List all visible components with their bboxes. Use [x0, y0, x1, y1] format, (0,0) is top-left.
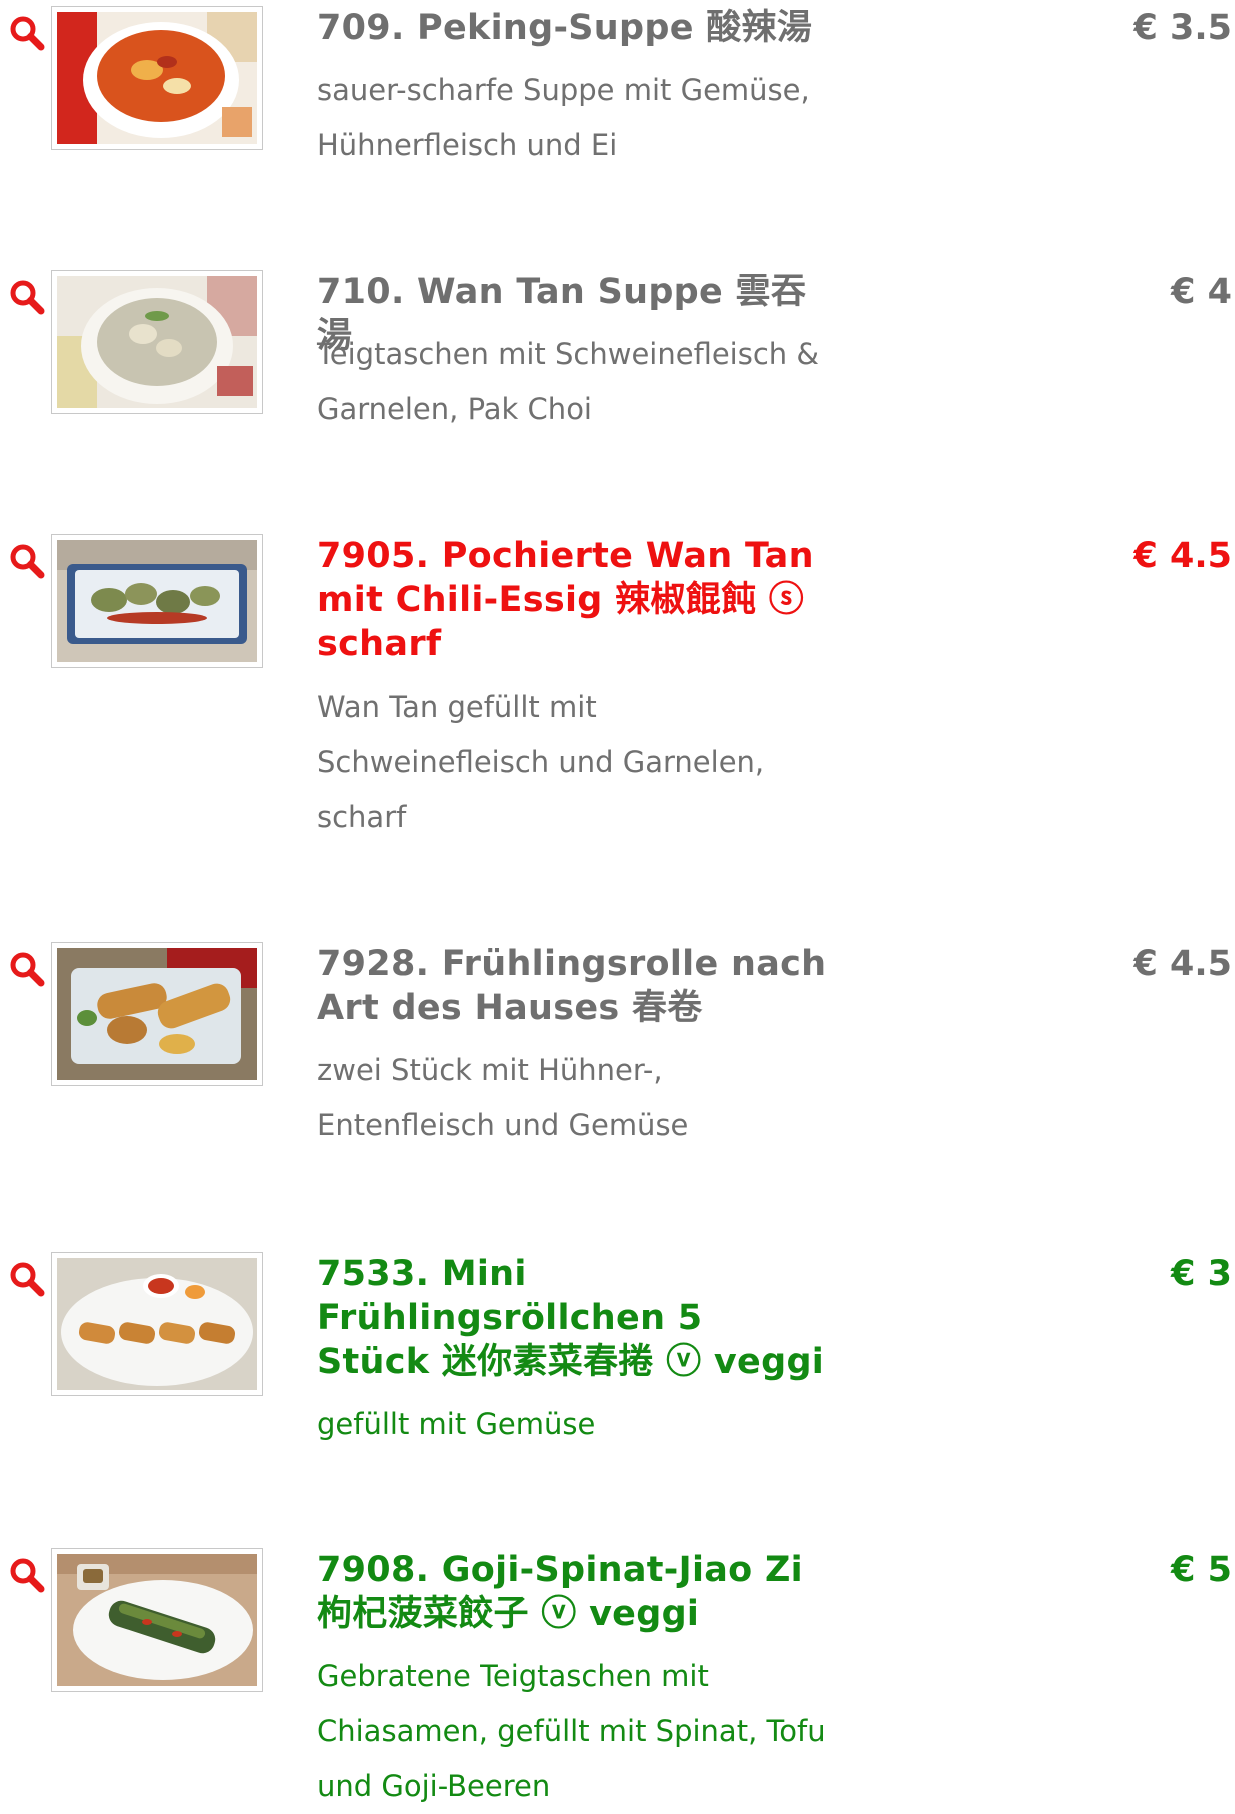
dish-title: 7533. Mini Frühlingsröllchen 5 Stück 迷你素…	[317, 1254, 825, 1382]
dish-price: € 4.5	[1133, 536, 1232, 576]
magnifier-icon[interactable]	[8, 14, 46, 52]
dish-description: gefüllt mit Gemüse	[317, 1407, 596, 1441]
menu-item: 7908. Goji-Spinat-Jiao Zi 枸杞菠菜餃子 ⓥ veggi…	[0, 1542, 1235, 1803]
dish-title: 7928. Frühlingsrolle nach Art des Hauses…	[317, 944, 827, 1028]
dish-description: zwei Stück mit Hühner-, Entenfleisch und…	[317, 1053, 689, 1142]
dish-image[interactable]	[51, 942, 263, 1086]
menu-list: 709. Peking-Suppe 酸辣湯 sauer-scharfe Supp…	[0, 0, 1235, 1803]
dish-price: € 4	[1171, 272, 1232, 312]
menu-item: 7533. Mini Frühlingsröllchen 5 Stück 迷你素…	[0, 1246, 1235, 1546]
magnifier-icon[interactable]	[8, 950, 46, 988]
menu-item: 710. Wan Tan Suppe 雲吞湯 Teigtaschen mit S…	[0, 264, 1235, 524]
magnifier-icon[interactable]	[8, 542, 46, 580]
magnifier-icon[interactable]	[8, 278, 46, 316]
menu-item: 7928. Frühlingsrolle nach Art des Hauses…	[0, 936, 1235, 1236]
dish-image[interactable]	[51, 6, 263, 150]
menu-item: 7905. Pochierte Wan Tan mit Chili-Essig …	[0, 528, 1235, 928]
dish-description: sauer-scharfe Suppe mit Gemüse, Hühnerfl…	[317, 73, 810, 162]
dish-description: Wan Tan gefüllt mit Schweinefleisch und …	[317, 690, 765, 834]
magnifier-icon[interactable]	[8, 1556, 46, 1594]
dish-image[interactable]	[51, 534, 263, 668]
dish-image[interactable]	[51, 1548, 263, 1692]
dish-price: € 5	[1171, 1550, 1232, 1590]
magnifier-icon[interactable]	[8, 1260, 46, 1298]
dish-image[interactable]	[51, 270, 263, 414]
dish-price: € 3.5	[1133, 8, 1232, 48]
dish-title: 7908. Goji-Spinat-Jiao Zi 枸杞菠菜餃子 ⓥ veggi	[317, 1550, 803, 1634]
dish-description: Teigtaschen mit Schweinefleisch & Garnel…	[317, 337, 820, 426]
dish-title: 709. Peking-Suppe 酸辣湯	[317, 8, 813, 48]
dish-title: 7905. Pochierte Wan Tan mit Chili-Essig …	[317, 536, 814, 664]
menu-item: 709. Peking-Suppe 酸辣湯 sauer-scharfe Supp…	[0, 0, 1235, 260]
dish-price: € 3	[1171, 1254, 1232, 1294]
dish-price: € 4.5	[1133, 944, 1232, 984]
dish-description: Gebratene Teigtaschen mit Chiasamen, gef…	[317, 1659, 826, 1803]
dish-image[interactable]	[51, 1252, 263, 1396]
